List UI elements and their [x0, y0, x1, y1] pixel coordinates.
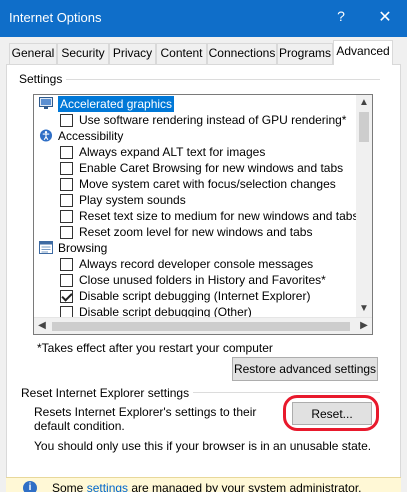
tab-general[interactable]: General: [9, 43, 57, 64]
list-item-play-system-sounds[interactable]: Play system sounds: [34, 192, 364, 208]
reset-button-highlight-annotation: [283, 395, 379, 431]
browser-window-icon: [39, 241, 53, 254]
checkbox[interactable]: [60, 178, 73, 191]
checkbox[interactable]: [60, 274, 73, 287]
tab-content[interactable]: Content: [156, 43, 207, 64]
checkbox[interactable]: [60, 226, 73, 239]
list-item-label: Disable script debugging (Internet Explo…: [79, 289, 311, 303]
admin-managed-infobar: i Some settings are managed by your syst…: [6, 477, 401, 492]
tab-advanced[interactable]: Advanced: [333, 40, 393, 65]
list-item-label: Move system caret with focus/selection c…: [79, 177, 336, 191]
list-item-label: Reset zoom level for new windows and tab…: [79, 225, 313, 239]
scroll-right-arrow-icon[interactable]: ▶: [356, 318, 372, 334]
list-item-caret-browsing[interactable]: Enable Caret Browsing for new windows an…: [34, 160, 364, 176]
vertical-scrollbar[interactable]: ▲ ▼: [356, 95, 372, 317]
monitor-icon: [39, 97, 53, 109]
checkbox[interactable]: [60, 162, 73, 175]
tab-strip: General Security Privacy Content Connect…: [0, 37, 407, 65]
list-item-reset-text-size[interactable]: Reset text size to medium for new window…: [34, 208, 364, 224]
horizontal-scroll-thumb[interactable]: [52, 322, 350, 331]
list-item-close-unused-folders[interactable]: Close unused folders in History and Favo…: [34, 272, 364, 288]
checkbox[interactable]: [60, 114, 73, 127]
infobar-suffix: are managed by your system administrator…: [128, 481, 362, 492]
accessibility-icon: [39, 129, 53, 142]
list-item-label: Always expand ALT text for images: [79, 145, 266, 159]
checkbox[interactable]: [60, 146, 73, 159]
settings-list[interactable]: Accelerated graphics Use software render…: [33, 94, 373, 335]
scroll-down-arrow-icon[interactable]: ▼: [356, 301, 372, 317]
settings-link[interactable]: settings: [87, 481, 128, 492]
scroll-up-arrow-icon[interactable]: ▲: [356, 95, 372, 111]
list-item-label: Enable Caret Browsing for new windows an…: [79, 161, 344, 175]
info-icon: i: [23, 481, 37, 492]
settings-group-label: Settings: [19, 72, 67, 86]
reset-description: Resets Internet Explorer's settings to t…: [34, 405, 257, 433]
list-item-label: Reset text size to medium for new window…: [79, 209, 359, 223]
list-item-always-expand-alt[interactable]: Always expand ALT text for images: [34, 144, 364, 160]
reset-group-label: Reset Internet Explorer settings: [21, 386, 194, 400]
settings-group-divider: [66, 79, 380, 80]
list-item-label: Accessibility: [58, 129, 124, 143]
list-item-accessibility[interactable]: Accessibility: [34, 128, 364, 144]
list-item-label: Accelerated graphics: [58, 96, 175, 112]
list-item-accelerated-graphics[interactable]: Accelerated graphics: [34, 96, 364, 112]
infobar-message: Some settings are managed by your system…: [52, 481, 361, 492]
title-bar: Internet Options ? ✕: [0, 0, 407, 37]
list-item-label: Use software rendering instead of GPU re…: [79, 113, 347, 127]
list-item-reset-zoom-level[interactable]: Reset zoom level for new windows and tab…: [34, 224, 364, 240]
tab-privacy[interactable]: Privacy: [109, 43, 156, 64]
vertical-scroll-thumb[interactable]: [359, 112, 369, 142]
restore-advanced-settings-button[interactable]: Restore advanced settings: [232, 357, 378, 381]
list-item-label: Browsing: [58, 241, 108, 255]
list-item-use-software-rendering[interactable]: Use software rendering instead of GPU re…: [34, 112, 364, 128]
checkbox[interactable]: [60, 258, 73, 271]
help-button[interactable]: ?: [333, 8, 349, 24]
internet-options-dialog: Internet Options ? ✕ General Security Pr…: [0, 0, 407, 492]
close-button[interactable]: ✕: [376, 7, 394, 27]
list-item-label: Play system sounds: [79, 193, 186, 207]
list-item-browsing[interactable]: Browsing: [34, 240, 364, 256]
checkbox-checked[interactable]: [60, 290, 73, 303]
horizontal-scrollbar[interactable]: ◀ ▶: [34, 317, 372, 334]
reset-group-divider: [182, 392, 380, 393]
list-item-record-console-messages[interactable]: Always record developer console messages: [34, 256, 364, 272]
window-title: Internet Options: [9, 10, 102, 25]
tab-connections[interactable]: Connections: [207, 43, 277, 64]
checkbox[interactable]: [60, 210, 73, 223]
tab-programs[interactable]: Programs: [277, 43, 333, 64]
reset-warning: You should only use this if your browser…: [34, 439, 372, 453]
checkbox[interactable]: [60, 194, 73, 207]
list-item-move-system-caret[interactable]: Move system caret with focus/selection c…: [34, 176, 364, 192]
infobar-prefix: Some: [52, 481, 87, 492]
list-item-disable-script-debugging-ie[interactable]: Disable script debugging (Internet Explo…: [34, 288, 364, 304]
tab-security[interactable]: Security: [57, 43, 109, 64]
list-item-label: Always record developer console messages: [79, 257, 314, 271]
scroll-left-arrow-icon[interactable]: ◀: [34, 318, 50, 334]
list-item-label: Close unused folders in History and Favo…: [79, 273, 326, 287]
restart-note: *Takes effect after you restart your com…: [37, 341, 273, 355]
